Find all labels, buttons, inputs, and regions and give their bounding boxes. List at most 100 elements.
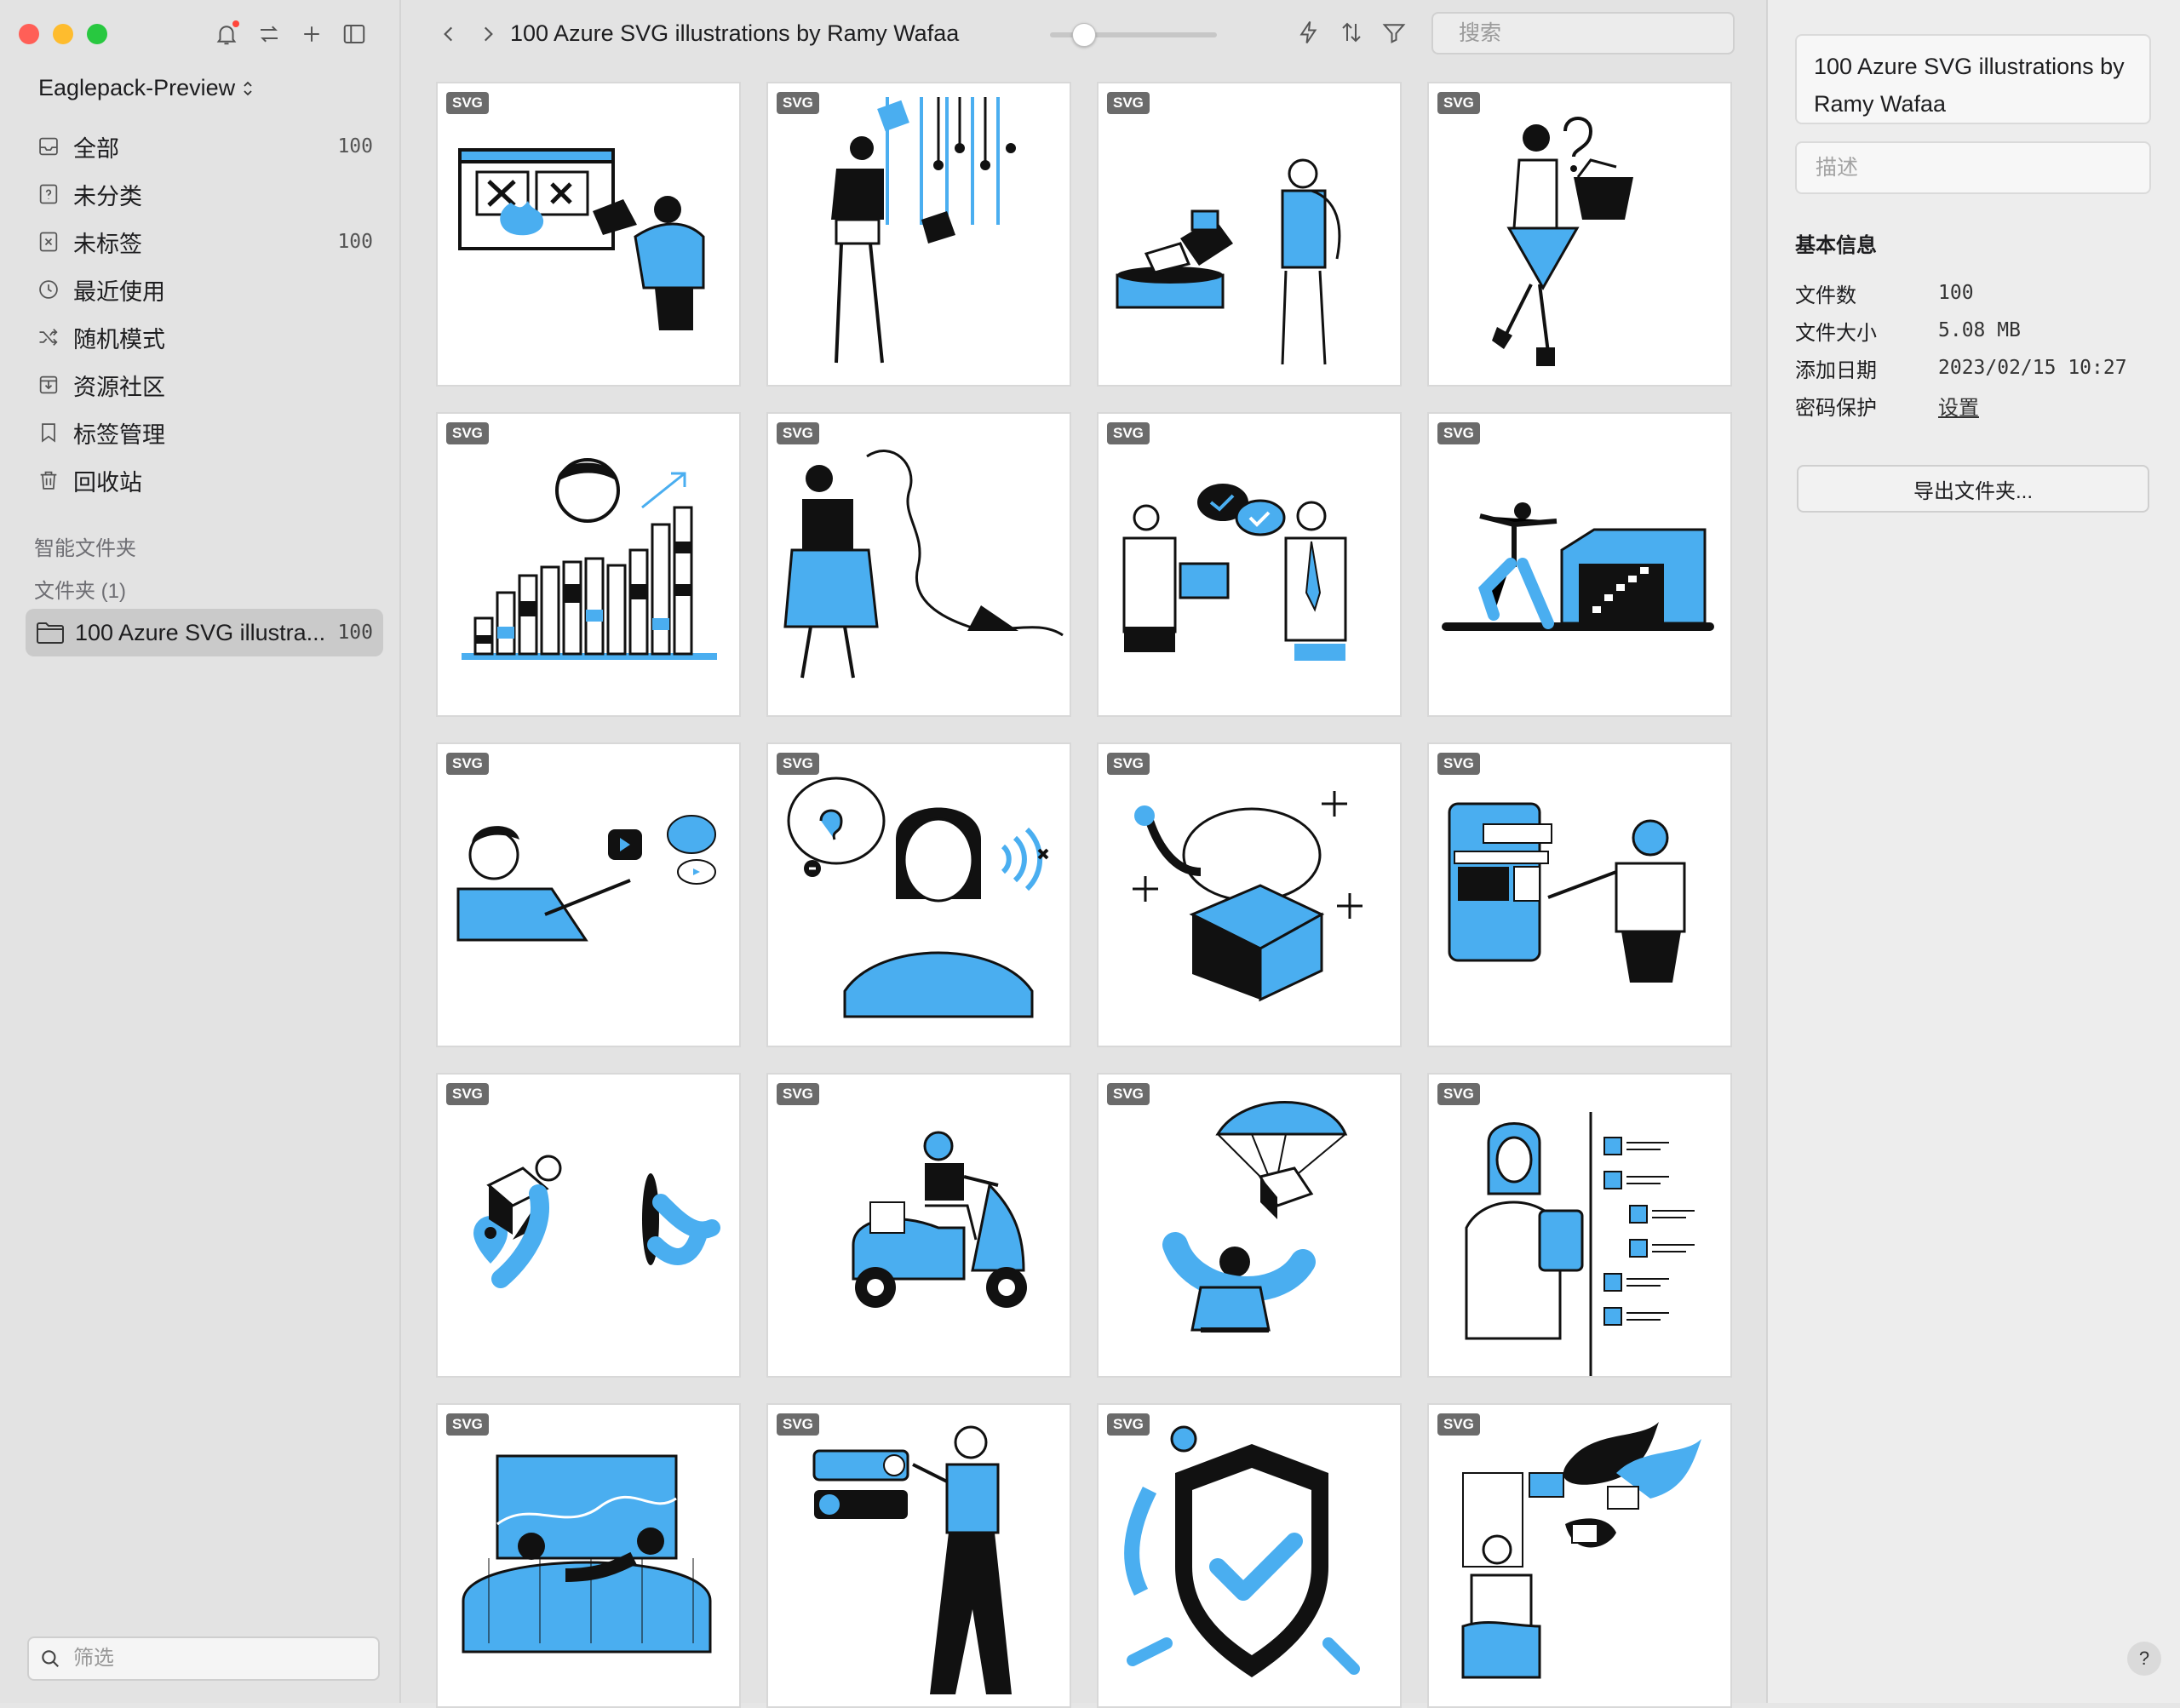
search-box — [1431, 12, 1735, 54]
library-switcher[interactable]: Eaglepack-Preview — [38, 75, 254, 101]
asset-tile[interactable]: SVG — [1427, 742, 1732, 1047]
thumbnail-size-slider[interactable] — [1050, 23, 1217, 47]
asset-tile[interactable]: SVG — [436, 1073, 741, 1378]
info-key: 密码保护 — [1795, 396, 1877, 420]
trash-icon — [36, 467, 61, 493]
asset-tile[interactable]: SVG — [436, 412, 741, 717]
add-icon[interactable] — [298, 19, 325, 49]
sidebar: Eaglepack-Preview 全部 100 未分类 未标签 100 最近使 — [0, 0, 401, 1703]
close-window-button[interactable] — [19, 24, 39, 44]
sync-icon[interactable] — [255, 19, 283, 49]
asset-tile[interactable]: SVG — [766, 412, 1071, 717]
asset-tile[interactable]: SVG — [1427, 82, 1732, 387]
asset-tile[interactable]: SVG — [766, 82, 1071, 387]
chevron-left-icon — [444, 26, 453, 42]
svg-badge: SVG — [777, 1413, 819, 1436]
illustration-parachute-box — [1162, 1101, 1348, 1333]
info-value: 5.08 MB — [1938, 319, 2021, 341]
illustration-handshake — [1122, 484, 1347, 661]
asset-tile[interactable]: SVG — [1427, 412, 1732, 717]
smart-folders-header[interactable]: 智能文件夹 — [34, 531, 136, 561]
asset-tile[interactable]: SVG — [436, 742, 741, 1047]
password-setup-link[interactable]: 设置 — [1938, 391, 1979, 421]
export-folder-button[interactable]: 导出文件夹... — [1797, 465, 2149, 513]
folders-header[interactable]: 文件夹 (1) — [34, 574, 126, 604]
app-window: Eaglepack-Preview 全部 100 未分类 未标签 100 最近使 — [0, 0, 2180, 1708]
filter-icon[interactable] — [1380, 17, 1408, 48]
sidebar-item-label: 未标签 — [73, 231, 142, 257]
search-icon — [42, 1650, 59, 1667]
sort-icon[interactable] — [1338, 17, 1365, 48]
window-controls — [19, 24, 107, 44]
svg-badge: SVG — [446, 753, 489, 775]
slider-thumb[interactable] — [1072, 23, 1096, 47]
info-key: 添加日期 — [1795, 358, 1877, 382]
asset-tile[interactable]: SVG — [436, 82, 741, 387]
bell-icon[interactable] — [213, 19, 240, 49]
illustration-toggle-man — [812, 1425, 1012, 1694]
description-input[interactable] — [1814, 154, 2132, 181]
sidebar-item-label: 最近使用 — [73, 278, 165, 305]
asset-tile[interactable]: SVG — [1427, 1073, 1732, 1378]
sidebar-folder-item[interactable]: 100 Azure SVG illustra... 100 — [26, 609, 383, 656]
folder-title: 100 Azure SVG illustrations by Ramy Wafa… — [510, 20, 960, 46]
basic-info-heading: 基本信息 — [1795, 234, 1877, 257]
asset-tile[interactable]: SVG — [766, 1403, 1071, 1708]
asset-tile[interactable]: SVG — [436, 1403, 741, 1708]
asset-tile[interactable]: SVG — [1427, 1403, 1732, 1708]
asset-tile[interactable]: SVG — [1097, 742, 1402, 1047]
asset-tile[interactable]: SVG — [766, 1073, 1071, 1378]
minimize-window-button[interactable] — [53, 24, 73, 44]
forward-button[interactable] — [473, 17, 503, 51]
sidebar-item-trash[interactable]: 回收站 — [26, 456, 383, 504]
sidebar-toolbar — [213, 19, 368, 49]
folder-label: 100 Azure SVG illustra... — [75, 619, 326, 645]
info-key: 文件数 — [1795, 284, 1856, 307]
asset-tile[interactable]: SVG — [1097, 1073, 1402, 1378]
sidebar-item-community[interactable]: 资源社区 — [26, 361, 383, 409]
main-content: 100 Azure SVG illustrations by Ramy Wafa… — [401, 0, 1766, 1708]
asset-tile[interactable]: SVG — [1097, 412, 1402, 717]
illustration-woman-ear — [787, 777, 1049, 1018]
asset-grid: SVG SVG SVG SVG SVG SVG SVG SVG SVG SVG … — [436, 82, 1732, 1708]
action-icon[interactable] — [1295, 17, 1322, 48]
inspector-panel: 100 Azure SVG illustrations by Ramy Wafa… — [1766, 0, 2180, 1703]
info-key: 文件大小 — [1795, 321, 1877, 345]
sidebar-toggle-icon[interactable] — [341, 19, 368, 49]
sidebar-item-label: 随机模式 — [73, 326, 165, 352]
svg-badge: SVG — [446, 1413, 489, 1436]
info-row-file-count: 文件数 100 — [1795, 274, 2161, 312]
svg-badge: SVG — [777, 1083, 819, 1105]
library-name: Eaglepack-Preview — [38, 75, 236, 100]
shuffle-icon — [36, 324, 61, 350]
sidebar-item-untagged[interactable]: 未标签 100 — [26, 218, 383, 266]
filter-input[interactable] — [72, 1646, 368, 1671]
asset-tile[interactable]: SVG — [1097, 82, 1402, 387]
sidebar-item-recent[interactable]: 最近使用 — [26, 266, 383, 313]
back-button[interactable] — [433, 17, 464, 51]
search-input[interactable] — [1457, 20, 1735, 47]
sidebar-item-label: 全部 — [73, 135, 119, 162]
sidebar-item-all[interactable]: 全部 100 — [26, 123, 383, 170]
sidebar-item-random[interactable]: 随机模式 — [26, 313, 383, 361]
sidebar-item-tag-manager[interactable]: 标签管理 — [26, 409, 383, 456]
zoom-window-button[interactable] — [87, 24, 107, 44]
illustration-checklist — [1465, 1112, 1695, 1376]
illustration-closed-shop — [1448, 802, 1686, 983]
folder-name-field[interactable]: 100 Azure SVG illustrations by Ramy Wafa… — [1795, 34, 2151, 124]
svg-badge: SVG — [1107, 422, 1150, 444]
sidebar-item-uncategorized[interactable]: 未分类 — [26, 170, 383, 218]
help-button[interactable]: ? — [2127, 1642, 2161, 1676]
illustration-browser-fire — [458, 148, 705, 330]
info-value: 2023/02/15 10:27 — [1938, 357, 2127, 379]
svg-badge: SVG — [777, 753, 819, 775]
toolbar-actions — [1295, 17, 1408, 48]
asset-tile[interactable]: SVG — [766, 742, 1071, 1047]
illustration-man-chart — [462, 458, 717, 660]
svg-badge: SVG — [1107, 1413, 1150, 1436]
info-row-file-size: 文件大小 5.08 MB — [1795, 312, 2161, 349]
svg-badge: SVG — [1437, 92, 1480, 114]
chevron-right-icon — [484, 26, 493, 42]
notification-dot — [232, 20, 239, 27]
asset-tile[interactable]: SVG — [1097, 1403, 1402, 1708]
